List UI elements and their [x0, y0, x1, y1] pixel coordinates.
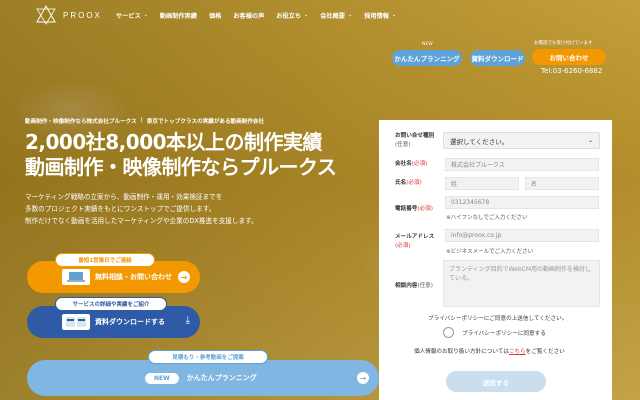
document-download-button[interactable]: 資料ダウンロード	[470, 50, 525, 66]
email-label-text: メールアドレス	[395, 234, 435, 240]
chevron-down-icon: ⌄	[304, 12, 309, 18]
logo[interactable]: PROOX	[35, 4, 102, 26]
type-label-text: お問い合せ種別	[395, 133, 435, 139]
privacy-agree-row[interactable]: プライバシーポリシーに同意する	[443, 327, 546, 338]
download-icon: ⤓	[185, 315, 190, 326]
planning-big-button[interactable]: NEW かんたんプランニング →	[27, 360, 379, 396]
hero-title-line1: 2,000社8,000本以上の制作実績	[25, 130, 323, 154]
laptop-icon	[62, 269, 90, 285]
required-mark: (必須)	[411, 161, 428, 167]
hero-title: 2,000社8,000本以上の制作実績 動画制作・映像制作ならプルークス	[25, 130, 337, 180]
pi-suffix: をご覧ください	[525, 349, 565, 355]
email-field[interactable]: info@proox.co.jp	[445, 229, 599, 242]
planning-button[interactable]: かんたんプランニング	[392, 50, 462, 66]
name-label-text: 氏名	[395, 180, 407, 186]
download-document-label: 資料ダウンロードする	[95, 318, 165, 326]
new-badge: NEW	[422, 42, 433, 47]
desc-line: 多数のプロジェクト実績をもとにワンストップでご提供します。	[25, 205, 216, 213]
select-value: 選択してください。	[450, 137, 509, 146]
phone-label: 電話番号(必須)	[395, 205, 433, 214]
subline-right: 東京でトップクラスの実績がある動画制作会社	[146, 119, 265, 125]
required-mark: (必須)	[417, 206, 433, 212]
type-label: お問い合せ種別 (任意)	[395, 132, 434, 150]
subline-separator: |	[140, 117, 143, 123]
inquiry-type-select[interactable]: 選択してください。 ⌄	[443, 132, 600, 149]
hero-title-line2: 動画制作・映像制作ならプルークス	[25, 155, 337, 179]
chevron-down-icon: ⌄	[587, 137, 593, 144]
company-label: 会社名(必須)	[395, 160, 427, 169]
site-header: PROOX サービス ⌄ 動画制作実績 価格 お客様の声 お役立ち ⌄ 会社概要 ⌄ …	[0, 0, 640, 30]
nav-label: サービス	[115, 12, 141, 20]
last-name-field[interactable]: 姓	[445, 177, 519, 190]
nav-label: お役立ち	[276, 12, 302, 20]
phone-number[interactable]: Tel:03-6260-6882	[541, 67, 602, 75]
company-field[interactable]: 株式会社プルークス	[445, 158, 599, 171]
nav-label: お客様の声	[233, 12, 265, 20]
content-label-text: 相談内容	[395, 283, 418, 289]
free-consultation-caption: 最短1営業日でご連絡	[55, 253, 155, 267]
phone-note: お電話でも受け付けています	[534, 41, 593, 46]
submit-button[interactable]: 送信する	[446, 371, 546, 392]
logo-icon	[36, 4, 56, 25]
chevron-down-icon: ⌄	[391, 12, 397, 18]
name-label: 氏名(必須)	[395, 179, 422, 188]
pi-prefix: 個人情報のお取り扱い方針については	[414, 349, 509, 355]
email-note: ※ビジネスメールでご入力ください	[446, 249, 534, 255]
required-mark: (必須)	[406, 180, 422, 186]
main-nav: サービス ⌄ 動画制作実績 価格 お客様の声 お役立ち ⌄ 会社概要 ⌄ 採用情報 ⌄	[116, 11, 408, 20]
chevron-down-icon: ⌄	[348, 12, 353, 18]
desc-line: マーケティング戦略の立案から、動画制作・運用・効果検証までを	[25, 193, 223, 201]
content-label: 相談内容(任意)	[395, 282, 433, 291]
consultation-textarea[interactable]: ブランディング目的でWebCM用の動画制作を検討している。	[443, 260, 600, 307]
privacy-agree-label: プライバシーポリシーに同意する	[462, 330, 546, 337]
first-name-field[interactable]: 名	[525, 177, 599, 190]
phone-label-text: 電話番号	[395, 206, 418, 212]
nav-item-price[interactable]: 価格	[209, 11, 221, 20]
optional-mark: (任意)	[395, 142, 411, 148]
chevron-down-icon: ⌄	[143, 12, 148, 18]
required-mark: (必須)	[395, 243, 411, 249]
nav-item-company[interactable]: 会社概要 ⌄	[320, 11, 352, 20]
document-icon	[62, 314, 90, 330]
desc-line: 制作だけでなく動画を活用したマーケティングや企業のDX推進を支援します。	[25, 217, 258, 225]
phone-note: ※ハイフンなしでご入力ください	[446, 215, 528, 221]
nav-item-works[interactable]: 動画制作実績	[160, 11, 197, 20]
phone-field[interactable]: 0312345678	[445, 196, 599, 209]
personal-info-note: 個人情報のお取り扱い方針についてはこちらをご覧ください	[414, 347, 565, 355]
hero-subline: 動画制作・映像制作なら株式会社プルークス | 東京でトップクラスの実績がある動画…	[25, 117, 264, 125]
planning-big-label: かんたんプランニング	[186, 374, 257, 382]
new-badge: NEW	[145, 372, 179, 384]
privacy-agree-checkbox[interactable]	[443, 327, 454, 338]
contact-button[interactable]: お問い合わせ	[532, 49, 606, 65]
company-label-text: 会社名	[395, 161, 412, 167]
arrow-right-icon: →	[357, 372, 369, 384]
optional-mark: (任意)	[417, 283, 433, 289]
email-label: メールアドレス (必須)	[395, 233, 434, 251]
nav-label: 価格	[208, 12, 222, 20]
logo-text: PROOX	[63, 10, 102, 20]
free-consultation-label: 無料相談・お問い合わせ	[95, 273, 172, 281]
nav-item-useful[interactable]: お役立ち ⌄	[276, 11, 308, 20]
nav-label: 採用情報	[364, 12, 389, 20]
nav-item-recruit[interactable]: 採用情報 ⌄	[364, 11, 396, 20]
arrow-right-icon: →	[178, 271, 190, 283]
nav-label: 動画制作実績	[159, 12, 197, 20]
download-caption: サービスの詳細や実績をご紹介	[55, 297, 167, 311]
nav-item-voice[interactable]: お客様の声	[233, 11, 264, 20]
privacy-policy-link[interactable]: こちら	[509, 349, 526, 355]
hero-description: マーケティング戦略の立案から、動画制作・運用・効果検証までを 多数のプロジェクト…	[25, 191, 258, 227]
nav-item-service[interactable]: サービス ⌄	[116, 11, 148, 20]
privacy-notice: プライバシーポリシーにご同意の上送信してください。	[428, 316, 568, 322]
subline-left: 動画制作・映像制作なら株式会社プルークス	[25, 119, 137, 125]
nav-label: 会社概要	[320, 12, 345, 20]
estimate-caption: 見積もり・参考動画をご提案	[148, 350, 268, 364]
